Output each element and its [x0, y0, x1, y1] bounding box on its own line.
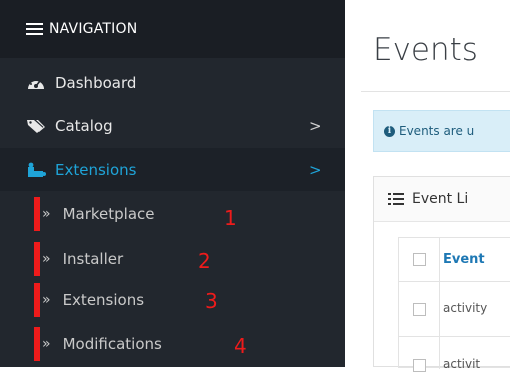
navigation-header[interactable]: NAVIGATION	[0, 0, 345, 58]
page-title: Events	[373, 32, 478, 68]
submenu-item-label: Installer	[62, 250, 124, 268]
sidebar-item-label: Dashboard	[55, 73, 137, 92]
alert-text: Events are u	[399, 124, 475, 138]
chevron-right-icon: >	[309, 161, 322, 179]
panel-heading: Event Li	[374, 177, 510, 222]
annotation-number: 1	[224, 206, 237, 230]
submenu-item-label: Marketplace	[62, 205, 155, 223]
sidebar-item-extensions[interactable]: Extensions >	[0, 148, 345, 191]
info-alert: i Events are u	[373, 110, 510, 152]
annotation-box	[34, 283, 40, 317]
submenu-item-label: Extensions	[62, 291, 145, 309]
sidebar: NAVIGATION Dashboard Catalog > Extension…	[0, 0, 345, 367]
tag-icon	[26, 118, 46, 134]
table-header-row: Event	[399, 238, 510, 282]
table-row: activity	[399, 282, 510, 337]
navigation-title: NAVIGATION	[49, 21, 138, 37]
info-circle-icon: i	[384, 125, 395, 137]
event-cell: activit	[443, 357, 481, 371]
sidebar-item-dashboard[interactable]: Dashboard	[0, 61, 345, 104]
annotation-number: 4	[234, 334, 247, 358]
sidebar-item-catalog[interactable]: Catalog >	[0, 104, 345, 147]
annotation-box	[34, 242, 40, 276]
submenu-item-installer[interactable]: » Installer	[34, 242, 180, 276]
divider	[361, 91, 510, 92]
sidebar-item-label: Extensions	[55, 160, 137, 179]
dashboard-icon	[26, 75, 46, 91]
column-header-event[interactable]: Event	[443, 252, 485, 267]
list-icon	[388, 193, 404, 205]
submenu-item-label: Modifications	[62, 335, 162, 353]
row-checkbox[interactable]	[413, 359, 426, 372]
annotation-number: 3	[205, 289, 218, 313]
annotation-box	[34, 327, 40, 361]
double-chevron-icon: »	[42, 336, 51, 352]
select-all-checkbox[interactable]	[413, 253, 426, 266]
submenu-item-marketplace[interactable]: » Marketplace	[34, 197, 206, 231]
event-list-panel: Event Li Event activity activit	[373, 176, 510, 372]
submenu-item-extensions[interactable]: » Extensions	[34, 283, 186, 317]
chevron-right-icon: >	[309, 117, 322, 135]
events-table: Event activity activit	[398, 237, 510, 372]
hamburger-icon[interactable]	[26, 23, 43, 35]
double-chevron-icon: »	[42, 292, 51, 308]
submenu-item-modifications[interactable]: » Modifications	[34, 327, 218, 361]
annotation-box	[34, 197, 40, 231]
annotation-number: 2	[198, 249, 211, 273]
row-checkbox[interactable]	[413, 303, 426, 316]
table-row: activit	[399, 337, 510, 372]
double-chevron-icon: »	[42, 251, 51, 267]
puzzle-icon	[26, 162, 46, 178]
sidebar-item-label: Catalog	[55, 116, 113, 135]
double-chevron-icon: »	[42, 206, 51, 222]
event-cell: activity	[443, 301, 488, 315]
panel-title: Event Li	[412, 191, 469, 207]
